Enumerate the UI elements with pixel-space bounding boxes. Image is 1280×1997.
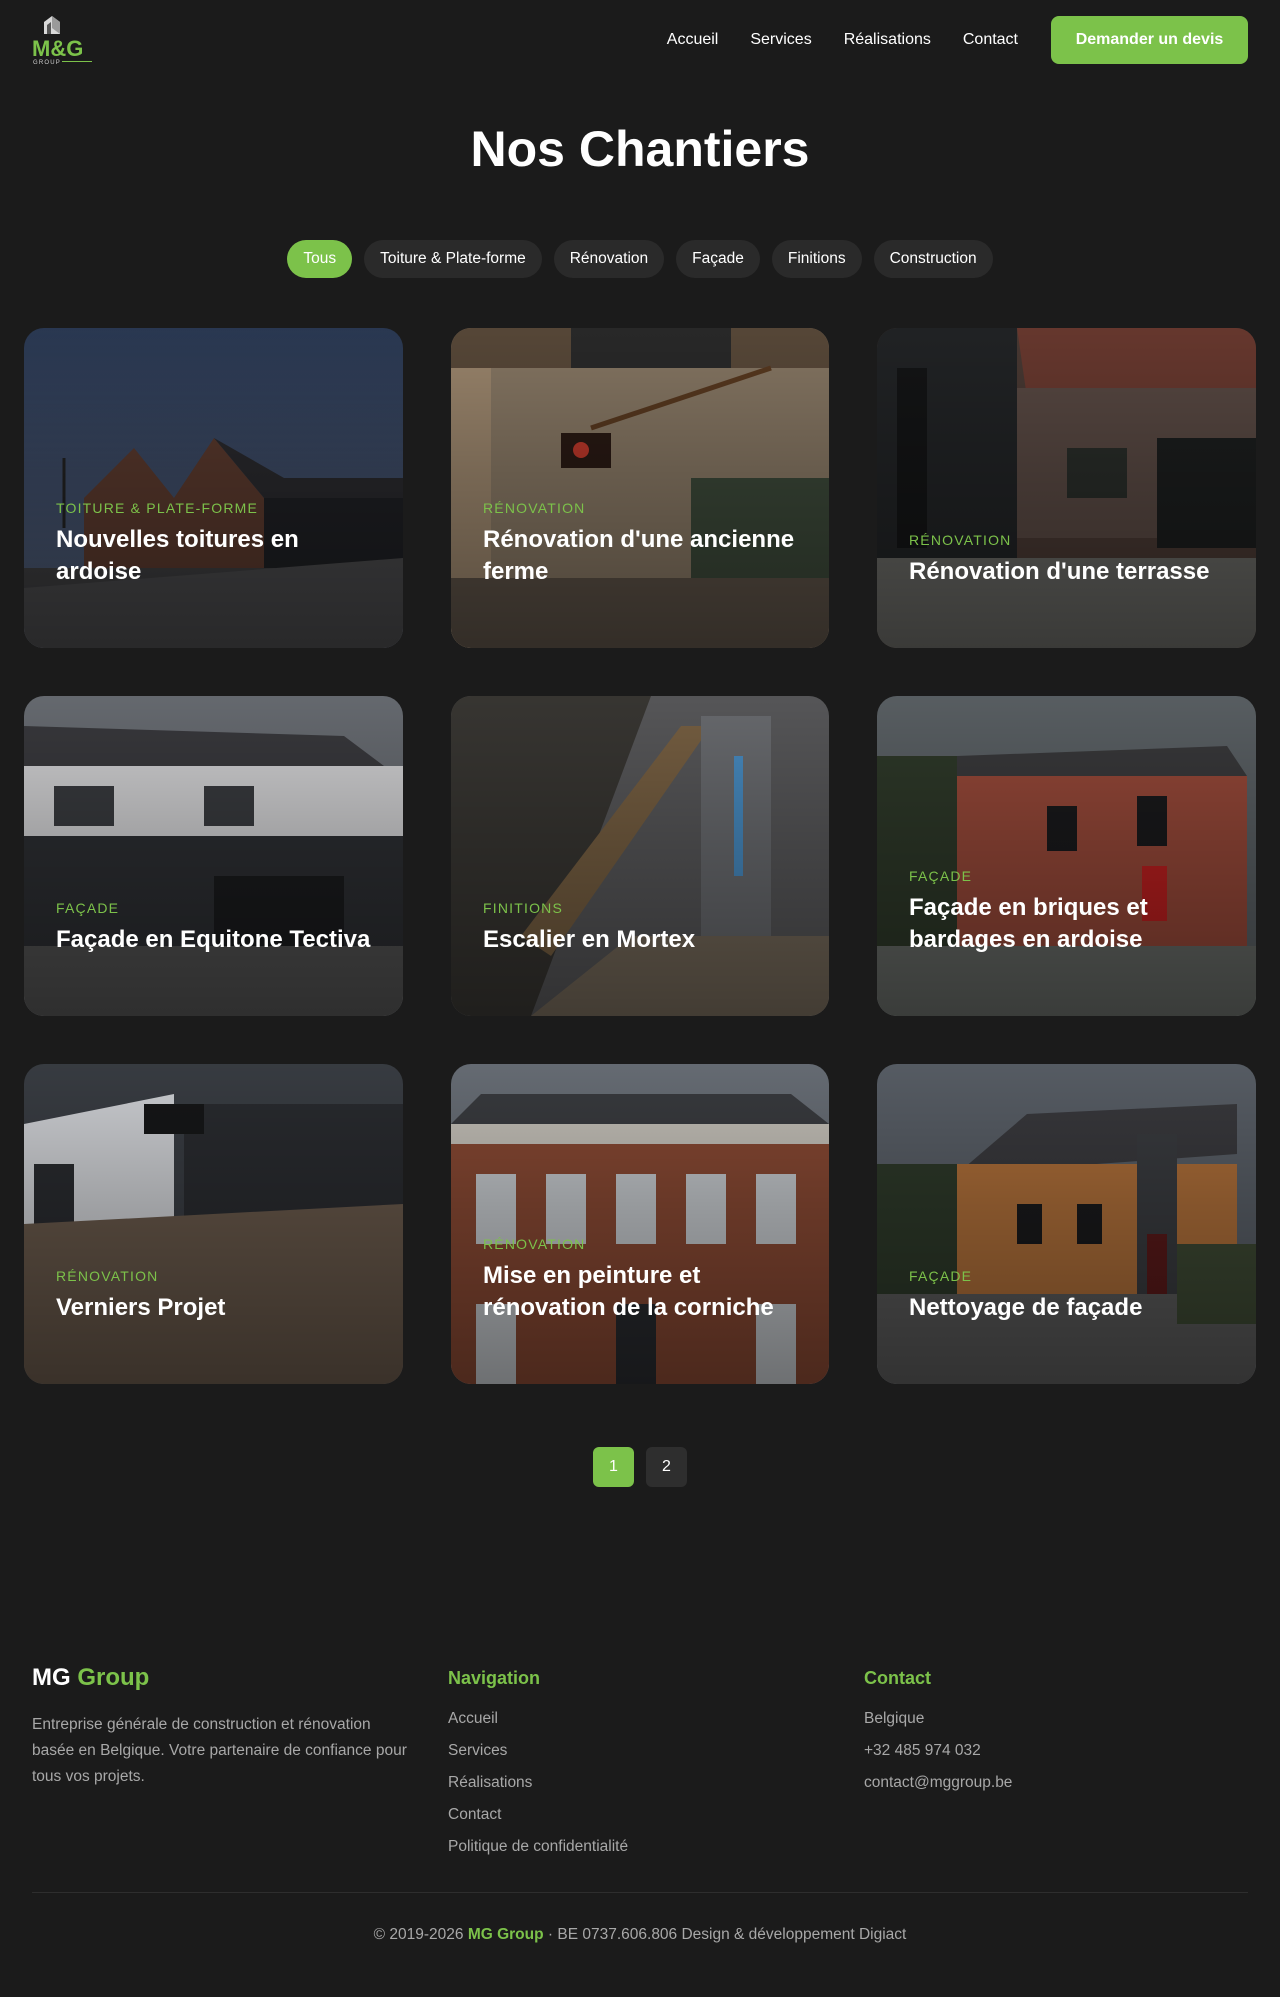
card-overlay (24, 328, 403, 648)
footer-brand-group: Group (77, 1664, 150, 1691)
project-card[interactable]: Rénovation Mise en peinture et rénovatio… (451, 1064, 829, 1384)
footer-link-accueil[interactable]: Accueil (448, 1703, 628, 1735)
project-card[interactable]: Rénovation Verniers Projet (24, 1064, 403, 1384)
footer-phone[interactable]: +32 485 974 032 (864, 1735, 1012, 1767)
card-category: Façade (56, 900, 120, 916)
logo-text: M&G (32, 36, 83, 61)
card-category: Rénovation (483, 500, 586, 516)
card-title: Verniers Projet (56, 1294, 226, 1321)
project-card[interactable]: Finitions Escalier en Mortex (451, 696, 829, 1016)
footer-about: MG Group Entreprise générale de construc… (32, 1664, 417, 1790)
footer-link-contact[interactable]: Contact (448, 1799, 628, 1831)
nav-accueil[interactable]: Accueil (667, 17, 719, 63)
card-title: Rénovation d'une ancienne ferme (483, 526, 795, 585)
project-card[interactable]: Rénovation Rénovation d'une ancienne fer… (451, 328, 829, 648)
card-caption: Toiture & Plate-forme Nouvelles toitures… (56, 500, 375, 588)
footer-contact-heading: Contact (864, 1668, 931, 1688)
footer-email[interactable]: contact@mggroup.be (864, 1767, 1012, 1799)
card-caption: Rénovation Verniers Projet (56, 1268, 375, 1324)
page-2-button[interactable]: 2 (646, 1447, 687, 1487)
page-1-button[interactable]: 1 (593, 1447, 634, 1487)
project-card[interactable]: Toiture & Plate-forme Nouvelles toitures… (24, 328, 403, 648)
mg-group-logo[interactable]: M&G GROUP (30, 14, 96, 66)
card-overlay (877, 1064, 1256, 1384)
footer-contact: Contact Belgique +32 485 974 032 contact… (864, 1664, 1012, 1799)
card-caption: Façade Nettoyage de façade (909, 1268, 1228, 1324)
card-title: Mise en peinture et rénovation de la cor… (483, 1262, 774, 1321)
footer-brand[interactable]: MG Group (32, 1664, 417, 1692)
logo-sub: GROUP (33, 60, 61, 66)
request-quote-button[interactable]: Demander un devis (1051, 16, 1248, 64)
footer-description: Entreprise générale de construction et r… (32, 1716, 407, 1785)
copyright: © 2019-2026 MG Group · BE 0737.606.806 D… (0, 1926, 1280, 1944)
project-card[interactable]: Façade Nettoyage de façade (877, 1064, 1256, 1384)
card-title: Façade en Equitone Tectiva (56, 926, 371, 953)
card-category: Finitions (483, 900, 564, 916)
footer-navigation: Navigation Accueil Services Réalisations… (448, 1664, 628, 1863)
card-caption: Rénovation Rénovation d'une ancienne fer… (483, 500, 801, 588)
footer-divider (32, 1892, 1248, 1893)
pagination: 1 2 (0, 1447, 1280, 1487)
card-category: Rénovation (909, 532, 1012, 548)
card-caption: Finitions Escalier en Mortex (483, 900, 801, 956)
footer-link-realisations[interactable]: Réalisations (448, 1767, 628, 1799)
nav-contact[interactable]: Contact (963, 17, 1018, 63)
filter-finitions[interactable]: Finitions (771, 240, 862, 278)
card-caption: Rénovation Rénovation d'une terrasse (909, 532, 1228, 588)
nav-services[interactable]: Services (750, 17, 811, 63)
card-overlay (451, 1064, 829, 1384)
footer-location: Belgique (864, 1710, 925, 1727)
main-nav: Accueil Services Réalisations Contact De… (635, 16, 1248, 64)
card-title: Façade en briques et bardages en ardoise (909, 894, 1148, 953)
copyright-brand: MG Group (467, 1926, 544, 1943)
page-title: Nos Chantiers (470, 121, 810, 177)
card-category: Rénovation (483, 1236, 586, 1252)
card-overlay (24, 696, 403, 1016)
project-card[interactable]: Façade Façade en briques et bardages en … (877, 696, 1256, 1016)
category-filters: Tous Toiture & Plate-forme Rénovation Fa… (0, 240, 1280, 278)
filter-toiture[interactable]: Toiture & Plate-forme (364, 240, 542, 278)
card-title: Nettoyage de façade (909, 1294, 1143, 1321)
card-overlay (24, 1064, 403, 1384)
card-title: Nouvelles toitures en ardoise (56, 526, 299, 585)
projects-grid: Toiture & Plate-forme Nouvelles toitures… (24, 328, 1256, 1384)
project-card[interactable]: Façade Façade en Equitone Tectiva (24, 696, 403, 1016)
card-overlay (877, 328, 1256, 648)
project-card[interactable]: Rénovation Rénovation d'une terrasse (877, 328, 1256, 648)
site-header: M&G GROUP Accueil Services Réalisations … (0, 0, 1280, 80)
copyright-details: · BE 0737.606.806 Design & développement… (547, 1926, 907, 1943)
card-overlay (451, 328, 829, 648)
card-category: Façade (909, 1268, 973, 1284)
card-overlay (877, 696, 1256, 1016)
footer-nav-heading: Navigation (448, 1668, 541, 1688)
card-caption: Façade Façade en briques et bardages en … (909, 868, 1228, 956)
nav-realisations[interactable]: Réalisations (844, 17, 931, 63)
footer-link-services[interactable]: Services (448, 1735, 628, 1767)
footer-brand-mg: MG (32, 1664, 71, 1691)
card-caption: Façade Façade en Equitone Tectiva (56, 900, 375, 956)
footer-link-privacy[interactable]: Politique de confidentialité (448, 1831, 628, 1863)
copyright-years: © 2019-2026 (373, 1926, 464, 1943)
card-title: Rénovation d'une terrasse (909, 558, 1210, 585)
card-category: Rénovation (56, 1268, 159, 1284)
card-caption: Rénovation Mise en peinture et rénovatio… (483, 1236, 801, 1324)
filter-renovation[interactable]: Rénovation (553, 240, 665, 278)
filter-construction[interactable]: Construction (873, 240, 993, 278)
card-category: Toiture & Plate-forme (56, 500, 259, 516)
filter-tous[interactable]: Tous (287, 240, 353, 278)
card-title: Escalier en Mortex (483, 926, 696, 953)
filter-facade[interactable]: Façade (676, 240, 760, 278)
card-overlay (451, 696, 829, 1016)
card-category: Façade (909, 868, 973, 884)
